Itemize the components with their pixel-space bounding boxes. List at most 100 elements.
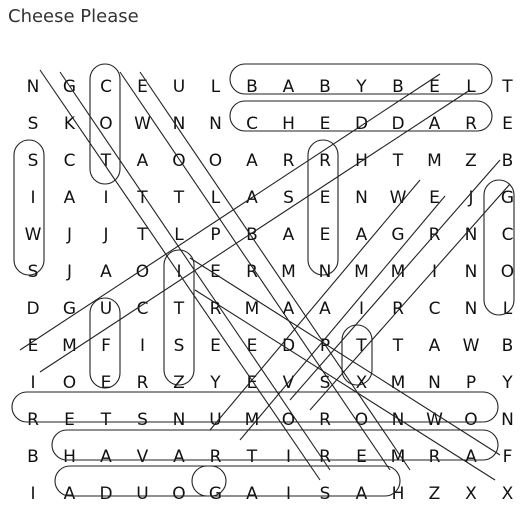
- grid-letter[interactable]: J: [452, 182, 490, 214]
- grid-letter[interactable]: D: [379, 108, 417, 140]
- grid-letter[interactable]: N: [306, 256, 344, 288]
- grid-letter[interactable]: C: [124, 293, 162, 325]
- grid-letter[interactable]: B: [233, 71, 271, 103]
- grid-letter[interactable]: T: [233, 441, 271, 473]
- grid-letter[interactable]: I: [14, 367, 52, 399]
- grid-letter[interactable]: G: [379, 219, 417, 251]
- grid-letter[interactable]: T: [124, 219, 162, 251]
- grid-letter[interactable]: I: [270, 441, 308, 473]
- grid-letter[interactable]: P: [452, 367, 490, 399]
- grid-letter[interactable]: M: [233, 404, 271, 436]
- grid-letter[interactable]: B: [306, 71, 344, 103]
- grid-letter[interactable]: R: [124, 367, 162, 399]
- grid-letter[interactable]: L: [197, 182, 235, 214]
- grid-letter[interactable]: O: [270, 404, 308, 436]
- grid-letter[interactable]: H: [270, 108, 308, 140]
- grid-letter[interactable]: N: [452, 219, 490, 251]
- grid-letter[interactable]: E: [416, 71, 454, 103]
- grid-letter[interactable]: E: [197, 330, 235, 362]
- grid-letter[interactable]: Y: [343, 71, 381, 103]
- grid-letter[interactable]: N: [489, 404, 527, 436]
- grid-letter[interactable]: E: [306, 108, 344, 140]
- grid-letter[interactable]: K: [51, 108, 89, 140]
- grid-letter[interactable]: A: [306, 293, 344, 325]
- grid-letter[interactable]: F: [489, 441, 527, 473]
- grid-letter[interactable]: U: [160, 71, 198, 103]
- grid-letter[interactable]: M: [379, 441, 417, 473]
- grid-letter[interactable]: E: [306, 219, 344, 251]
- grid-letter[interactable]: W: [379, 182, 417, 214]
- grid-letter[interactable]: I: [14, 478, 52, 510]
- grid-letter[interactable]: Y: [197, 367, 235, 399]
- grid-letter[interactable]: A: [416, 330, 454, 362]
- grid-letter[interactable]: A: [233, 478, 271, 510]
- grid-letter[interactable]: J: [51, 256, 89, 288]
- grid-letter[interactable]: E: [306, 182, 344, 214]
- grid-letter[interactable]: V: [124, 441, 162, 473]
- grid-letter[interactable]: E: [489, 108, 527, 140]
- grid-letter[interactable]: A: [51, 182, 89, 214]
- grid-letter[interactable]: E: [416, 182, 454, 214]
- grid-letter[interactable]: O: [160, 145, 198, 177]
- grid-letter[interactable]: I: [160, 256, 198, 288]
- grid-letter[interactable]: S: [270, 182, 308, 214]
- grid-letter[interactable]: N: [160, 404, 198, 436]
- grid-letter[interactable]: L: [160, 219, 198, 251]
- grid-letter[interactable]: R: [306, 145, 344, 177]
- grid-letter[interactable]: T: [160, 182, 198, 214]
- grid-letter[interactable]: A: [87, 441, 125, 473]
- grid-letter[interactable]: J: [51, 219, 89, 251]
- grid-letter[interactable]: C: [87, 71, 125, 103]
- grid-letter[interactable]: O: [489, 256, 527, 288]
- grid-letter[interactable]: O: [124, 256, 162, 288]
- grid-letter[interactable]: O: [160, 478, 198, 510]
- grid-letter[interactable]: E: [343, 441, 381, 473]
- grid-letter[interactable]: M: [233, 293, 271, 325]
- grid-letter[interactable]: L: [197, 71, 235, 103]
- grid-letter[interactable]: A: [452, 441, 490, 473]
- grid-letter[interactable]: R: [452, 108, 490, 140]
- grid-letter[interactable]: G: [197, 478, 235, 510]
- grid-letter[interactable]: D: [270, 330, 308, 362]
- grid-letter[interactable]: R: [14, 404, 52, 436]
- grid-letter[interactable]: A: [270, 71, 308, 103]
- grid-letter[interactable]: E: [87, 367, 125, 399]
- grid-letter[interactable]: B: [379, 71, 417, 103]
- grid-letter[interactable]: W: [416, 404, 454, 436]
- grid-letter[interactable]: G: [51, 293, 89, 325]
- grid-letter[interactable]: P: [197, 219, 235, 251]
- grid-letter[interactable]: N: [14, 71, 52, 103]
- grid-letter[interactable]: R: [416, 219, 454, 251]
- grid-letter[interactable]: E: [124, 71, 162, 103]
- grid-letter[interactable]: M: [416, 145, 454, 177]
- grid-letter[interactable]: V: [270, 367, 308, 399]
- grid-letter[interactable]: Y: [489, 367, 527, 399]
- grid-letter[interactable]: I: [270, 478, 308, 510]
- grid-letter[interactable]: U: [87, 293, 125, 325]
- grid-letter[interactable]: H: [379, 478, 417, 510]
- grid-letter[interactable]: C: [416, 293, 454, 325]
- grid-letter[interactable]: M: [270, 256, 308, 288]
- grid-letter[interactable]: N: [343, 182, 381, 214]
- grid-letter[interactable]: C: [51, 145, 89, 177]
- grid-letter[interactable]: H: [343, 145, 381, 177]
- grid-letter[interactable]: N: [379, 404, 417, 436]
- grid-letter[interactable]: U: [197, 404, 235, 436]
- grid-letter[interactable]: P: [306, 330, 344, 362]
- grid-letter[interactable]: M: [51, 330, 89, 362]
- grid-letter[interactable]: B: [489, 330, 527, 362]
- grid-letter[interactable]: X: [489, 478, 527, 510]
- grid-letter[interactable]: U: [124, 478, 162, 510]
- grid-letter[interactable]: T: [379, 145, 417, 177]
- grid-letter[interactable]: R: [379, 293, 417, 325]
- grid-letter[interactable]: W: [124, 108, 162, 140]
- grid-letter[interactable]: R: [416, 441, 454, 473]
- grid-letter[interactable]: E: [14, 330, 52, 362]
- grid-letter[interactable]: E: [233, 367, 271, 399]
- grid-letter[interactable]: T: [379, 330, 417, 362]
- grid-letter[interactable]: B: [14, 441, 52, 473]
- grid-letter[interactable]: I: [343, 293, 381, 325]
- grid-letter[interactable]: A: [51, 478, 89, 510]
- grid-letter[interactable]: S: [14, 108, 52, 140]
- grid-letter[interactable]: J: [87, 219, 125, 251]
